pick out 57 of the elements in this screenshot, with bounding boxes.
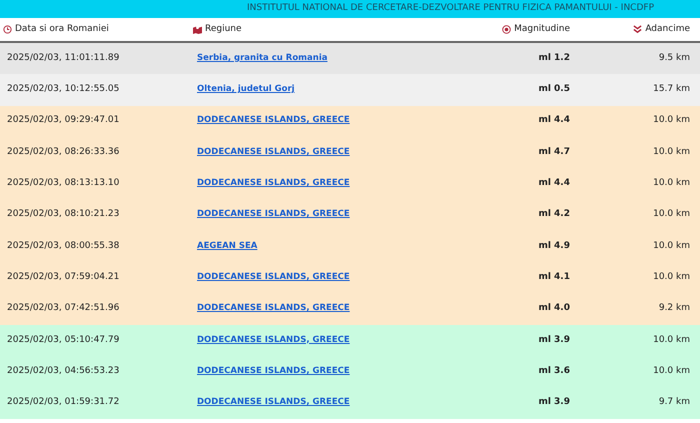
magnitude-cell: ml 3.9 xyxy=(538,397,570,408)
time-cell: 2025/02/03, 04:56:53.23 xyxy=(7,366,120,376)
depth-cell: 10.0 km xyxy=(653,115,690,126)
time-cell: 2025/02/03, 08:00:55.38 xyxy=(7,240,120,251)
depth-cell: 9.5 km xyxy=(658,52,690,63)
depth-cell: 10.0 km xyxy=(653,209,690,220)
magnitude-cell: ml 4.0 xyxy=(538,303,570,314)
magnitude-cell: ml 0.5 xyxy=(538,84,570,94)
region-link[interactable]: Serbia, granita cu Romania xyxy=(197,52,328,63)
column-header: Magnitudine xyxy=(514,22,570,36)
depth-cell: 9.7 km xyxy=(658,397,690,408)
time-cell: 2025/02/03, 05:10:47.79 xyxy=(7,334,120,345)
magnitude-cell: ml 4.7 xyxy=(538,146,570,157)
target-icon xyxy=(502,25,512,34)
column-header: Data si ora Romaniei xyxy=(15,22,109,36)
magnitude-cell: ml 4.4 xyxy=(538,178,570,188)
magnitude-cell: ml 4.4 xyxy=(538,115,570,126)
region-link[interactable]: DODECANESE ISLANDS, GREECE xyxy=(197,209,350,220)
time-cell: 2025/02/03, 07:42:51.96 xyxy=(7,303,120,314)
time-cell: 2025/02/03, 09:29:47.01 xyxy=(7,115,120,126)
region-link[interactable]: DODECANESE ISLANDS, GREECE xyxy=(197,115,350,126)
region-link[interactable]: DODECANESE ISLANDS, GREECE xyxy=(197,334,350,345)
region-link[interactable]: DODECANESE ISLANDS, GREECE xyxy=(197,146,350,157)
magnitude-cell: ml 4.2 xyxy=(538,209,570,220)
region-link[interactable]: DODECANESE ISLANDS, GREECE xyxy=(197,366,350,376)
depth-cell: 10.0 km xyxy=(653,146,690,157)
region-link[interactable]: Oltenia, judetul Gorj xyxy=(197,84,295,94)
column-header: Regiune xyxy=(205,22,242,36)
magnitude-cell: ml 1.2 xyxy=(538,52,570,63)
clock-icon xyxy=(3,25,12,34)
map-icon xyxy=(193,25,202,34)
time-cell: 2025/02/03, 08:13:13.10 xyxy=(7,178,120,188)
depth-cell: 10.0 km xyxy=(653,240,690,251)
time-cell: 2025/02/03, 11:01:11.89 xyxy=(7,52,120,63)
depth-cell: 10.0 km xyxy=(653,178,690,188)
double-chevron-icon xyxy=(633,25,642,34)
depth-cell: 15.7 km xyxy=(653,84,690,94)
magnitude-cell: ml 3.9 xyxy=(538,334,570,345)
region-link[interactable]: DODECANESE ISLANDS, GREECE xyxy=(197,272,350,282)
depth-cell: 10.0 km xyxy=(653,366,690,376)
column-header: Adancime xyxy=(645,22,690,36)
banner-title: INSTITUTUL NATIONAL DE CERCETARE-DEZVOLTARE PENTRU FIZICA PAMANTULUI - INCDFP xyxy=(247,2,654,16)
time-cell: 2025/02/03, 08:26:33.36 xyxy=(7,146,120,157)
magnitude-cell: ml 4.9 xyxy=(538,240,570,251)
time-cell: 2025/02/03, 10:12:55.05 xyxy=(7,84,120,94)
depth-cell: 10.0 km xyxy=(653,334,690,345)
depth-cell: 9.2 km xyxy=(658,303,690,314)
region-link[interactable]: DODECANESE ISLANDS, GREECE xyxy=(197,178,350,188)
region-link[interactable]: DODECANESE ISLANDS, GREECE xyxy=(197,303,350,314)
magnitude-cell: ml 4.1 xyxy=(538,272,570,282)
time-cell: 2025/02/03, 01:59:31.72 xyxy=(7,397,120,408)
time-cell: 2025/02/03, 07:59:04.21 xyxy=(7,272,120,282)
time-cell: 2025/02/03, 08:10:21.23 xyxy=(7,209,120,220)
region-link[interactable]: AEGEAN SEA xyxy=(197,240,258,251)
magnitude-cell: ml 3.6 xyxy=(538,366,570,376)
region-link[interactable]: DODECANESE ISLANDS, GREECE xyxy=(197,397,350,408)
depth-cell: 10.0 km xyxy=(653,272,690,282)
